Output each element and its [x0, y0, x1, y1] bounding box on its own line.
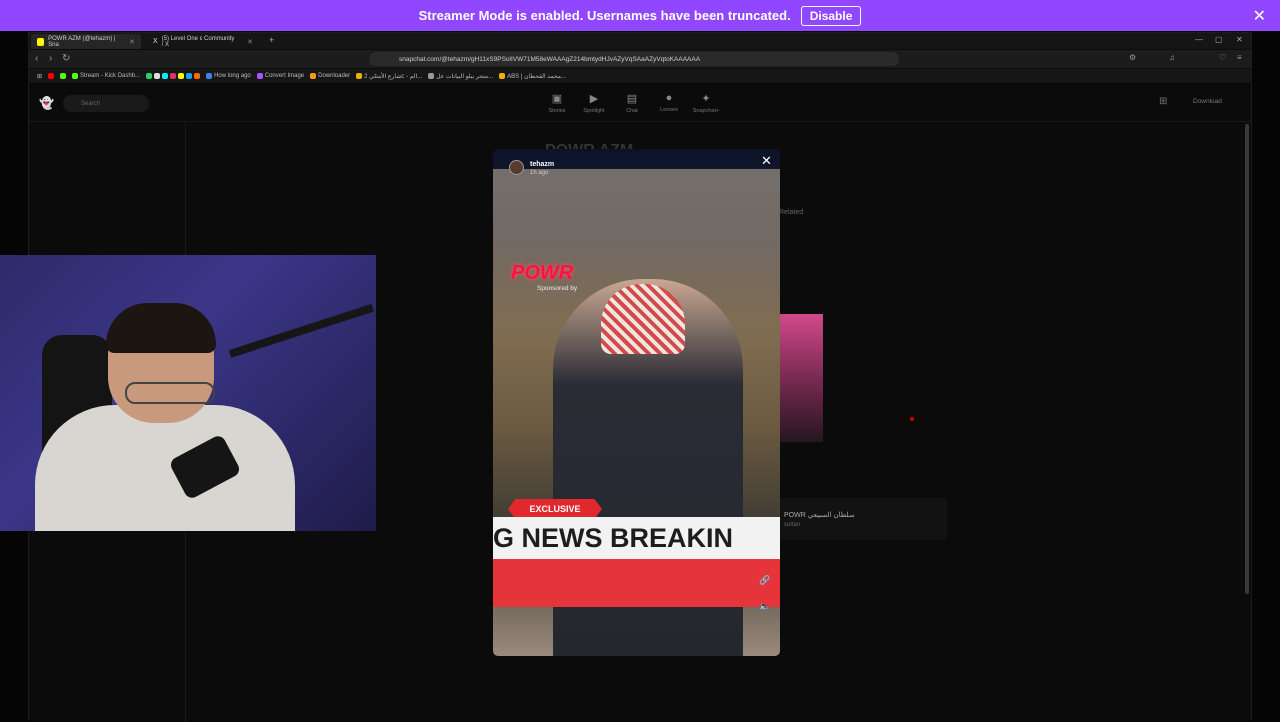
- product-card[interactable]: [779, 498, 947, 540]
- bookmark-misc-icons[interactable]: [146, 73, 201, 79]
- close-window-button[interactable]: ✕: [1236, 35, 1243, 44]
- lenses-icon: ●: [665, 92, 673, 104]
- bookmark-how-long-ago[interactable]: How long ago: [206, 73, 251, 79]
- nav-bar: ‹ › ↻ snapchat.com/@tehazm/gH11xS9PSolIV…: [29, 50, 1251, 68]
- link-icon[interactable]: 🔗: [759, 575, 770, 586]
- bookmarks-bar: ⊞ Stream - Kick Dashb... How long ago Co…: [29, 69, 1251, 83]
- url-text: snapchat.com/@tehazm/gH11xS9PSolIVW71M58…: [399, 55, 701, 63]
- close-tab-icon[interactable]: ✕: [129, 38, 135, 46]
- tab-title: (5) Level One ε Community / X: [161, 35, 235, 48]
- close-icon[interactable]: ✕: [761, 153, 772, 169]
- product-sub: sultan: [784, 522, 801, 528]
- search-input[interactable]: Search: [63, 95, 149, 112]
- music-icon[interactable]: ♫: [1169, 53, 1175, 62]
- mouse-cursor: [910, 417, 914, 421]
- search-placeholder: Search: [81, 100, 101, 107]
- bookmark-stream-dashboard[interactable]: Stream - Kick Dashb...: [72, 73, 140, 79]
- tab-related[interactable]: Related: [779, 209, 803, 216]
- story-headscarf: [601, 284, 685, 354]
- powr-logo-text: POWR: [511, 262, 574, 284]
- back-icon[interactable]: ‹: [35, 53, 38, 64]
- address-bar[interactable]: snapchat.com/@tehazm/gH11xS9PSolIVW71M58…: [369, 52, 899, 66]
- webcam-overlay: [0, 255, 376, 531]
- page-scrollbar[interactable]: [1245, 124, 1249, 594]
- reload-icon[interactable]: ↻: [62, 53, 70, 64]
- story-avatar[interactable]: [509, 160, 524, 175]
- download-button[interactable]: Download: [1193, 98, 1222, 105]
- nav-spotlight[interactable]: ▶ Spotlight: [578, 92, 610, 114]
- banner-message: Streamer Mode is enabled. Usernames have…: [418, 8, 791, 23]
- snapchat-top-nav: 👻 Search ▣ Stories ▶ Spotlight ▤ Chat ● Lens…: [29, 84, 1251, 122]
- mute-icon[interactable]: 🔈: [759, 601, 770, 612]
- snapchat-plus-icon: ✦: [701, 93, 711, 105]
- maximize-button[interactable]: ▢: [1215, 35, 1223, 44]
- bookmark-arabic-1[interactable]: شارع الأمثلي 2c - الم...: [356, 73, 422, 80]
- bookmark-convert-image[interactable]: Convert Image: [256, 73, 304, 79]
- ticker-red-bar: [493, 559, 780, 607]
- tab-title: POWR AZM (@tehazm) | Sna: [48, 35, 116, 48]
- bookmark-abs[interactable]: ABS | محمد القحطان...: [499, 73, 566, 80]
- story-viewer-modal[interactable]: POWR Sponsored by tehazm 1h ago ✕ EXCLUS…: [493, 149, 780, 656]
- related-thumbnail[interactable]: [779, 314, 823, 442]
- bookmark-downloader[interactable]: Downloader: [310, 73, 350, 79]
- x-favicon-icon: X: [153, 38, 158, 45]
- extensions-icon[interactable]: ⚙: [1129, 53, 1136, 62]
- menu-icon[interactable]: ≡: [1237, 53, 1242, 62]
- new-tab-button[interactable]: +: [269, 35, 274, 45]
- tab-x-community[interactable]: X (5) Level One ε Community / X ✕: [147, 34, 259, 49]
- snapchat-ghost-icon[interactable]: 👻: [39, 96, 54, 110]
- webcam-person-body: [35, 405, 295, 531]
- tab-bar: POWR AZM (@tehazm) | Sna ✕ X (5) Level O…: [29, 33, 1251, 49]
- snapchat-favicon-icon: [37, 37, 45, 46]
- nav-stories[interactable]: ▣ Stories: [541, 92, 573, 114]
- streamer-mode-banner: Streamer Mode is enabled. Usernames have…: [0, 0, 1280, 31]
- bookmark-arabic-2[interactable]: متجر بيلو البيانات عل...: [428, 73, 493, 80]
- powr-sponsor-text: Sponsored by: [537, 285, 578, 292]
- banner-close-icon[interactable]: ✕: [1253, 6, 1266, 26]
- webcam-glasses: [125, 382, 215, 404]
- forward-icon[interactable]: ›: [49, 53, 52, 64]
- bookmark-apps-icon[interactable]: ⊞: [37, 73, 42, 80]
- exclusive-badge: EXCLUSIVE: [508, 499, 602, 519]
- bookmark-youtube[interactable]: [48, 73, 55, 79]
- spotlight-icon: ▶: [589, 93, 599, 105]
- close-tab-icon[interactable]: ✕: [247, 38, 253, 46]
- heart-icon[interactable]: ♡: [1219, 53, 1226, 62]
- nav-chat[interactable]: ▤ Chat: [616, 92, 648, 114]
- breaking-news-ticker: G NEWS BREAKIN: [493, 517, 780, 559]
- story-timestamp: 1h ago: [530, 170, 549, 176]
- product-name: POWR سلطان السبيعي: [784, 512, 855, 519]
- bookmark-kick[interactable]: [60, 73, 67, 79]
- minimize-button[interactable]: —: [1195, 35, 1203, 44]
- tab-snapchat[interactable]: POWR AZM (@tehazm) | Sna ✕: [31, 34, 141, 49]
- nav-snapchat-plus[interactable]: ✦ Snapchat+: [690, 92, 722, 114]
- nav-lenses[interactable]: ● Lenses: [653, 92, 685, 113]
- chat-icon: ▤: [626, 93, 638, 105]
- story-username[interactable]: tehazm: [530, 161, 554, 168]
- stories-icon: ▣: [551, 93, 563, 105]
- webcam-mic-arm: [228, 303, 374, 358]
- apps-grid-icon[interactable]: ⊞: [1159, 96, 1167, 107]
- disable-button[interactable]: Disable: [800, 5, 862, 26]
- webcam-person-hair: [106, 303, 216, 353]
